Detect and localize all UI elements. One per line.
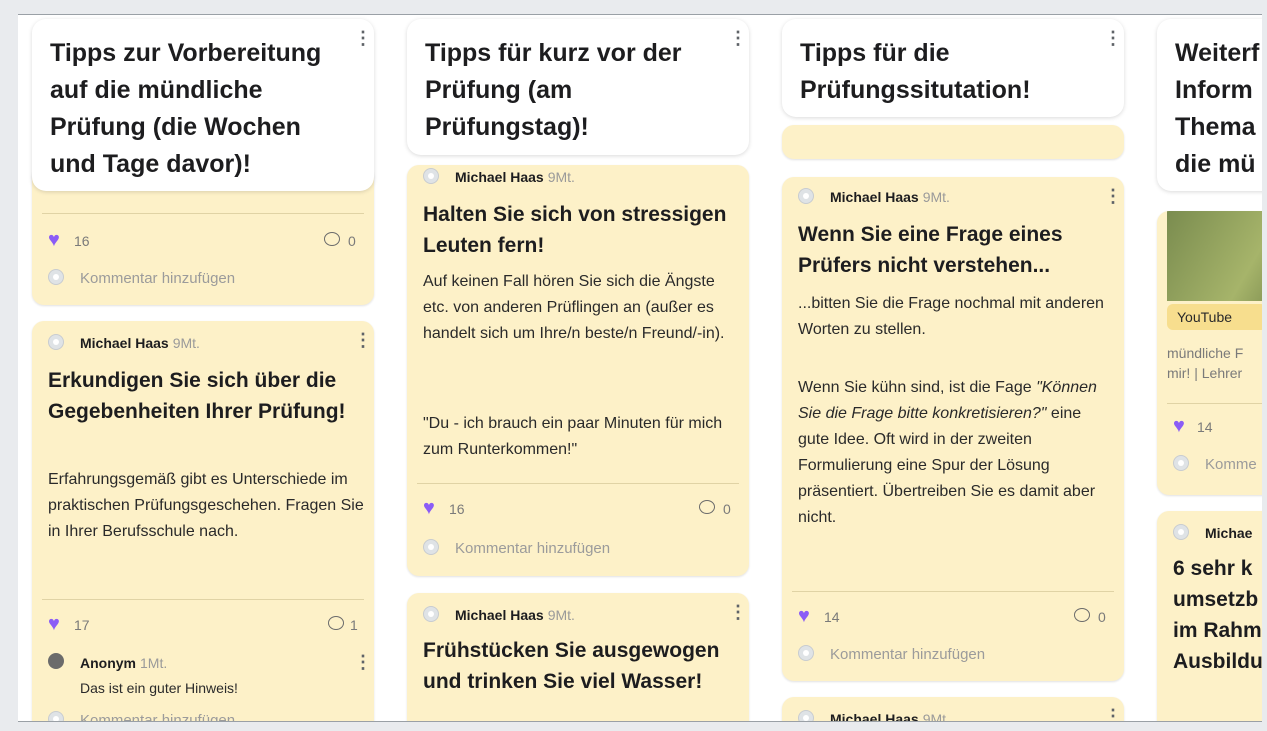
more-options-icon[interactable]: ⋮	[354, 29, 372, 47]
column-vorbereitung: Tipps zur Vorbereitung auf die mündliche…	[32, 15, 374, 721]
comment-count: 0	[348, 233, 356, 249]
post-card[interactable]: Michael Haas 9Mt. ⋮ Frühstücken Sie ausge…	[407, 593, 749, 721]
add-comment-placeholder: Kommentar hinzufügen	[80, 712, 236, 722]
post-age: 9Mt.	[547, 607, 575, 623]
avatar	[423, 168, 439, 184]
post-card[interactable]: Michael Haas 9Mt. Halten Sie sich von str…	[407, 165, 749, 576]
more-options-icon[interactable]: ⋮	[354, 653, 372, 671]
post-title: 6 sehr k umsetzb im Rahm Ausbildu	[1173, 557, 1262, 673]
add-comment-placeholder: Komme	[1205, 456, 1257, 473]
divider	[417, 483, 739, 484]
heart-icon[interactable]: ♥	[798, 606, 818, 626]
post-card[interactable]: Michael Haas 9Mt. ⋮	[782, 697, 1124, 722]
column-title: Tipps für kurz vor der Prüfung (am Prüfu…	[425, 39, 682, 141]
more-options-icon[interactable]: ⋮	[354, 331, 372, 349]
comment-icon[interactable]	[699, 500, 715, 514]
video-caption: mündliche F	[1167, 345, 1244, 361]
video-caption: mir! | Lehrer	[1167, 365, 1243, 381]
avatar	[48, 334, 64, 350]
padlet-board: Tipps zur Vorbereitung auf die mündliche…	[18, 14, 1262, 722]
column-weitere-informationen: Weiterf Inform Thema die mü YouTube münd…	[1157, 15, 1262, 721]
column-header[interactable]: Tipps für die Prüfungssitutation! ⋮	[782, 19, 1124, 117]
post-age: 9Mt.	[172, 335, 200, 351]
like-count: 16	[449, 501, 465, 517]
column-pruefungstag: Tipps für kurz vor der Prüfung (am Prüfu…	[407, 15, 749, 721]
column-header[interactable]: Weiterf Inform Thema die mü	[1157, 19, 1262, 191]
add-comment-placeholder: Kommentar hinzufügen	[830, 646, 986, 663]
avatar	[798, 710, 814, 721]
post-age: 9Mt.	[922, 711, 950, 722]
add-comment-placeholder: Kommentar hinzufügen	[80, 270, 236, 287]
post-title: Frühstücken Sie ausgewogen und trinken S…	[423, 639, 720, 693]
avatar	[798, 645, 814, 661]
more-options-icon[interactable]: ⋮	[1104, 187, 1122, 205]
column-header[interactable]: Tipps für kurz vor der Prüfung (am Prüfu…	[407, 19, 749, 155]
author-name: Michae	[1205, 525, 1253, 541]
post-title: Wenn Sie eine Frage eines Prüfers nicht …	[798, 223, 1063, 277]
author-name: Michael Haas 9Mt.	[830, 189, 950, 205]
column-title: Tipps für die Prüfungssitutation!	[800, 39, 1031, 104]
divider	[792, 591, 1114, 592]
like-count: 17	[74, 617, 90, 633]
comment-count: 1	[350, 617, 358, 633]
avatar	[48, 653, 64, 669]
comment-text: Das ist ein guter Hinweis!	[80, 680, 238, 696]
avatar	[48, 711, 64, 721]
divider	[1167, 403, 1262, 404]
column-title: Weiterf Inform Thema die mü	[1175, 39, 1260, 178]
video-card[interactable]: YouTube mündliche F mir! | Lehrer ♥ 14 K…	[1157, 211, 1262, 495]
more-options-icon[interactable]: ⋮	[1104, 29, 1122, 47]
column-pruefungssituation: Tipps für die Prüfungssitutation! ⋮ Mich…	[782, 15, 1124, 721]
divider	[42, 599, 364, 600]
comment-icon[interactable]	[324, 232, 340, 246]
author-name: Michael Haas 9Mt.	[80, 335, 200, 351]
heart-icon[interactable]: ♥	[423, 498, 443, 518]
post-card[interactable]: Michael Haas 9Mt. ⋮ Erkundigen Sie sich ü…	[32, 321, 374, 722]
avatar	[1173, 524, 1189, 540]
avatar	[423, 539, 439, 555]
column-title: Tipps zur Vorbereitung auf die mündliche…	[50, 39, 322, 178]
comment-author: Anonym 1Mt.	[80, 655, 168, 671]
video-thumbnail[interactable]	[1167, 211, 1262, 301]
post-title: Erkundigen Sie sich über die Gegebenheit…	[48, 369, 346, 423]
post-body: Auf keinen Fall hören Sie sich die Ängst…	[423, 273, 725, 342]
more-options-icon[interactable]: ⋮	[1104, 707, 1122, 721]
post-card[interactable]: Michae 6 sehr k umsetzb im Rahm Ausbildu	[1157, 511, 1262, 721]
avatar	[423, 606, 439, 622]
avatar	[798, 188, 814, 204]
comment-count: 0	[1098, 609, 1106, 625]
author-name: Michael Haas 9Mt.	[455, 169, 575, 185]
post-age: 9Mt.	[547, 169, 575, 185]
author-name: Michael Haas 9Mt.	[830, 711, 950, 722]
avatar	[1173, 455, 1189, 471]
post-body: ...bitten Sie die Frage nochmal mit ande…	[798, 295, 1104, 338]
more-options-icon[interactable]: ⋮	[729, 603, 747, 621]
heart-icon[interactable]: ♥	[1173, 416, 1193, 436]
comment-icon[interactable]	[1074, 608, 1090, 622]
post-body: Erfahrungsgemäß gibt es Unterschiede im …	[48, 471, 364, 540]
divider	[42, 213, 364, 214]
like-count: 14	[1197, 419, 1213, 435]
post-card[interactable]: Michael Haas 9Mt. ⋮ Wenn Sie eine Frage e…	[782, 177, 1124, 681]
comment-icon[interactable]	[328, 616, 344, 630]
comment-age: 1Mt.	[140, 655, 168, 671]
youtube-label: YouTube	[1167, 304, 1262, 330]
like-count: 16	[74, 233, 90, 249]
comment-count: 0	[723, 501, 731, 517]
post-body-quote: "Du - ich brauch ein paar Minuten für mi…	[423, 415, 723, 458]
more-options-icon[interactable]: ⋮	[729, 29, 747, 47]
author-name: Michael Haas 9Mt.	[455, 607, 575, 623]
heart-icon[interactable]: ♥	[48, 614, 68, 634]
avatar	[48, 269, 64, 285]
post-title: Halten Sie sich von stressigen Leuten fe…	[423, 203, 727, 257]
post-card[interactable]	[782, 125, 1124, 159]
like-count: 14	[824, 609, 840, 625]
post-body-tip: Wenn Sie kühn sind, ist die Fage "Können…	[798, 379, 1097, 526]
column-header[interactable]: Tipps zur Vorbereitung auf die mündliche…	[32, 19, 374, 191]
heart-icon[interactable]: ♥	[48, 230, 68, 250]
post-age: 9Mt.	[922, 189, 950, 205]
add-comment-placeholder: Kommentar hinzufügen	[455, 540, 611, 557]
